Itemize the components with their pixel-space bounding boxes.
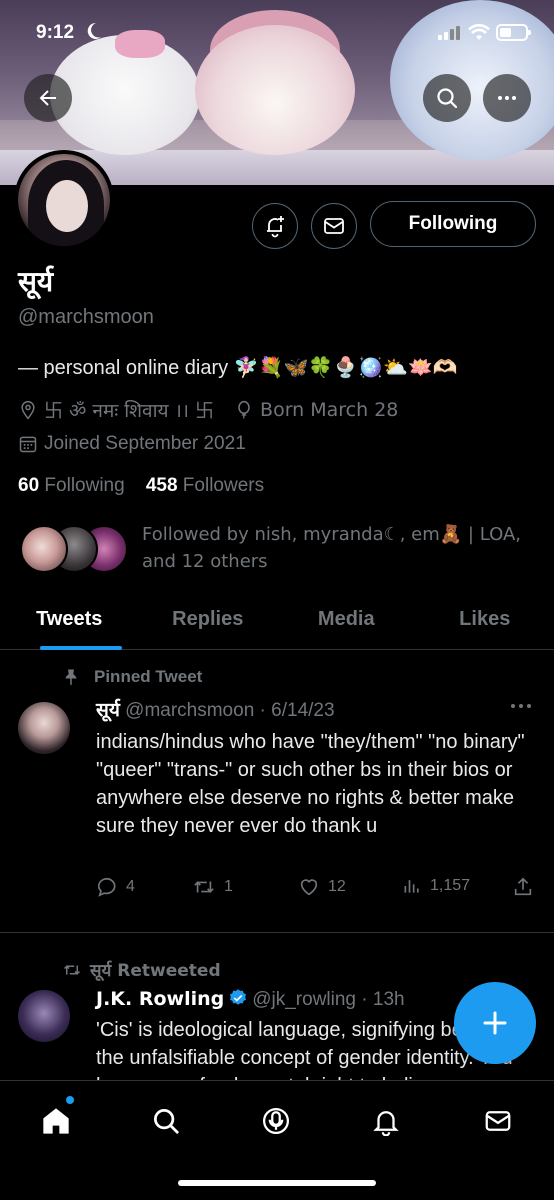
moon-icon: [87, 22, 101, 39]
spaces-icon: [263, 1108, 289, 1134]
following-link[interactable]: 60 Following: [18, 475, 125, 496]
pin-icon: [65, 669, 77, 686]
profile-handle: @marchsmoon: [18, 306, 154, 328]
balloon-icon: [238, 400, 250, 419]
following-button[interactable]: Following: [370, 201, 536, 247]
following-label: Following: [44, 475, 125, 496]
tweet-header: सूर्य @marchsmoon · 6/14/23: [96, 699, 335, 721]
more-icon: [511, 704, 531, 708]
retweet-icon: [63, 964, 81, 975]
reply-count: 4: [126, 878, 135, 895]
profile-tabs: Tweets Replies Media Likes: [0, 590, 554, 650]
avatar[interactable]: [18, 990, 70, 1042]
notify-button[interactable]: [252, 203, 298, 249]
avatar: [20, 525, 68, 573]
views-button[interactable]: 1,157: [402, 876, 470, 896]
back-button[interactable]: [24, 74, 72, 122]
following-count: 60: [18, 475, 40, 496]
mail-icon: [485, 1111, 511, 1131]
share-button[interactable]: [512, 876, 534, 898]
nav-home[interactable]: [36, 1101, 76, 1141]
tweet-author-name[interactable]: J.K. Rowling: [96, 988, 224, 1010]
search-icon: [154, 1109, 179, 1134]
profile-bio: — personal online diary 🧚🏻‍♀️💐🦋🍀🍨🪩⛅🪷🫶🏻: [18, 357, 458, 379]
tweet-date[interactable]: 6/14/23: [271, 700, 334, 721]
reply-icon: [97, 877, 116, 897]
profile-name: सूर्य: [18, 265, 54, 298]
location-pin-icon: [21, 400, 35, 419]
calendar-icon: [19, 436, 37, 453]
retweeted-label-text: सूर्य Retweeted: [90, 961, 221, 981]
notify-bell-icon: [267, 216, 284, 238]
avatar-face: [46, 180, 88, 232]
tweet-more-button[interactable]: [510, 694, 532, 715]
views-count: 1,157: [430, 877, 471, 894]
like-count: 12: [328, 878, 346, 895]
profile-location: 卐 ॐ नमः शिवाय ।। 卐: [44, 400, 215, 422]
compose-tweet-button[interactable]: [454, 982, 536, 1064]
home-icon: [43, 1108, 69, 1134]
profile-birthday: Born March 28: [260, 398, 399, 421]
retweeted-label: सूर्य Retweeted: [62, 958, 221, 981]
like-button[interactable]: 12: [298, 876, 346, 898]
plus-icon: [483, 1011, 507, 1035]
message-button[interactable]: [311, 203, 357, 249]
nav-messages[interactable]: [478, 1101, 518, 1141]
views-icon: [404, 880, 419, 893]
retweet-button[interactable]: 1: [192, 876, 233, 898]
tweet-actions: 4 1 12 1,157: [96, 876, 536, 904]
pinned-label-text: Pinned Tweet: [94, 667, 203, 686]
tweet-time[interactable]: 13h: [373, 989, 405, 1010]
battery-icon: [496, 24, 531, 41]
home-indicator[interactable]: [178, 1180, 376, 1186]
follow-counts: 60 Following 458 Followers: [18, 475, 264, 497]
status-time: 9:12: [36, 22, 75, 43]
profile-avatar[interactable]: [14, 150, 114, 250]
signal-icon: [438, 26, 460, 40]
tab-tweets[interactable]: Tweets: [0, 590, 139, 650]
nav-notifications[interactable]: [366, 1101, 406, 1141]
more-icon: [498, 96, 516, 100]
retweet-count: 1: [224, 878, 233, 895]
profile-joined: Joined September 2021: [44, 433, 246, 454]
like-icon: [300, 879, 318, 896]
tweet-author-handle[interactable]: @jk_rowling: [252, 989, 356, 1010]
tweet-divider: [0, 932, 554, 933]
retweet-icon: [194, 881, 214, 893]
tweet-author-name[interactable]: सूर्य: [96, 699, 120, 721]
bell-icon: [373, 1111, 399, 1136]
followers-link[interactable]: 458 Followers: [146, 475, 264, 496]
reply-button[interactable]: 4: [96, 876, 135, 898]
status-bar: 9:12: [0, 0, 554, 60]
tab-media[interactable]: Media: [277, 590, 416, 649]
nav-spaces[interactable]: [256, 1101, 296, 1141]
tab-likes[interactable]: Likes: [416, 590, 554, 649]
mail-icon: [324, 218, 344, 234]
followed-by-text[interactable]: Followed by nish, myranda☾, em🧸 | LOA, a…: [142, 521, 534, 575]
followers-count: 458: [145, 475, 178, 496]
profile-joined-row: Joined September 2021: [18, 433, 246, 455]
share-icon: [514, 877, 532, 896]
tweet-text: indians/hindus who have "they/them" "no …: [96, 731, 525, 837]
search-button[interactable]: [423, 74, 471, 122]
tab-replies[interactable]: Replies: [139, 590, 278, 649]
verified-icon: [230, 989, 247, 1005]
more-button[interactable]: [483, 74, 531, 122]
home-notification-dot: [66, 1096, 74, 1104]
wifi-icon: [468, 24, 490, 40]
tweet-author-handle[interactable]: @marchsmoon: [125, 700, 254, 721]
avatar[interactable]: [18, 702, 70, 754]
followers-label: Followers: [182, 475, 265, 496]
pinned-tweet-label: Pinned Tweet: [62, 667, 202, 687]
tweet-header: J.K. Rowling @jk_rowling · 13h: [96, 988, 405, 1010]
followed-by-avatars[interactable]: [20, 525, 130, 573]
nav-search[interactable]: [146, 1101, 186, 1141]
profile-meta-row: 卐 ॐ नमः शिवाय ।। 卐 Born March 28: [18, 396, 398, 423]
back-arrow-icon: [39, 90, 56, 106]
search-icon: [437, 88, 458, 109]
